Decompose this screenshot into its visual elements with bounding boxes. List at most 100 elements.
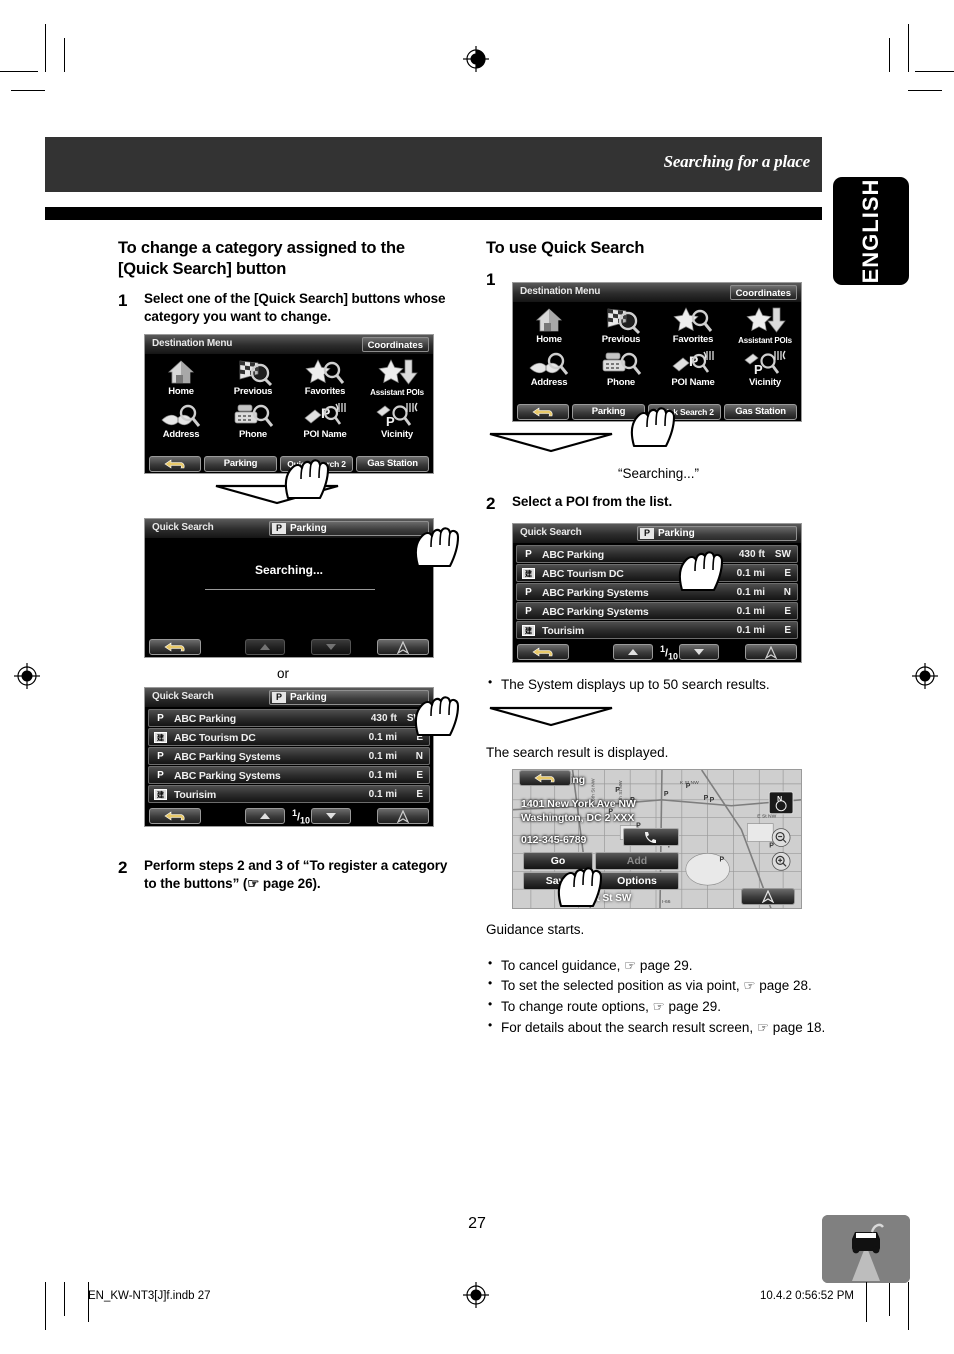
list-item[interactable]: 建 Tourisim 0.1 mi E [516, 621, 798, 640]
page-number: 27 [468, 1215, 486, 1232]
menu-item-poi-name[interactable]: P POI Name [657, 346, 729, 389]
search-result-map-screen[interactable]: PPP PPP PPP PPP 26th St NW 25th St NW E … [512, 768, 802, 909]
menu-item-favorites[interactable]: Favorites [289, 355, 361, 398]
poi-type-icon: P [525, 587, 532, 599]
add-button-label: Add [626, 854, 648, 867]
map-address-line2: Washington, DC 2 XXX [521, 811, 635, 824]
poi-distance: 430 ft [370, 713, 397, 725]
menu-item-phone-label: Phone [606, 377, 636, 389]
category-name: Parking [290, 692, 327, 704]
list-item[interactable]: P ABC Parking Systems 0.1 mi E [516, 602, 798, 621]
add-button[interactable]: Add [595, 851, 679, 870]
quick-search-parking-button[interactable]: Parking [572, 403, 645, 420]
crop-mark-br-v [908, 1282, 909, 1330]
flow-arrow-down [215, 485, 339, 505]
quick-search-gas-station-button[interactable]: Gas Station [724, 403, 797, 420]
back-button[interactable] [149, 808, 201, 825]
back-button[interactable] [519, 769, 571, 786]
scroll-up-button[interactable] [613, 644, 653, 661]
page-current: 1 [291, 808, 297, 819]
menu-item-assistant-pois[interactable]: Assistant POIs [361, 355, 433, 398]
star-download-icon [374, 357, 420, 387]
scroll-down-button[interactable] [679, 644, 719, 661]
map-phone-number: 012-345-6789 [521, 833, 587, 846]
list-item[interactable]: 建 Tourisim 0.1 mi E [148, 785, 430, 804]
quick-search-list-screen-left[interactable]: Quick Search P Parking P ABC Parking 430… [144, 687, 434, 828]
poi-direction: E [784, 568, 791, 580]
scroll-up-button[interactable] [245, 808, 285, 825]
svg-text:P: P [704, 795, 709, 802]
back-button[interactable] [517, 644, 569, 661]
list-item[interactable]: 建 ABC Tourism DC 0.1 mi E [148, 728, 430, 747]
left-section-heading: To change a category assigned to the [Qu… [118, 239, 405, 278]
coordinates-button[interactable]: Coordinates [729, 285, 797, 301]
quick-search-2-button[interactable]: Quick Search 2 [648, 403, 721, 420]
destination-menu-screen-right[interactable]: Destination Menu Coordinates Home Previo… [512, 282, 802, 423]
coordinates-button[interactable]: Coordinates [361, 337, 429, 353]
list-item[interactable]: P ABC Parking 430 ft SW [516, 545, 798, 564]
footer-timestamp: 10.4.2 0:56:52 PM [760, 1290, 854, 1302]
registration-mark-right [910, 661, 940, 691]
menu-item-poi-name[interactable]: P POI Name [289, 398, 361, 441]
scroll-up-button[interactable] [245, 639, 285, 656]
poi-type-icon: P [525, 549, 532, 561]
menu-item-home-label: Home [536, 334, 562, 346]
back-button[interactable] [517, 403, 569, 420]
back-button[interactable] [149, 639, 201, 656]
screen-title: Quick Search [152, 522, 214, 534]
list-item[interactable]: P ABC Parking Systems 0.1 mi E [148, 766, 430, 785]
destination-menu-screen-left[interactable]: Destination Menu Coordinates Home Previo… [144, 334, 434, 475]
poi-type-icon: 建 [154, 732, 167, 744]
menu-item-previous-label: Previous [233, 386, 273, 398]
scroll-down-button[interactable] [311, 808, 351, 825]
menu-item-phone[interactable]: Phone [217, 398, 289, 441]
bullet-search-result-screen: For details about the search result scre… [486, 1017, 831, 1038]
quick-search-parking-button[interactable]: Parking [204, 455, 277, 472]
back-button[interactable] [149, 455, 201, 472]
menu-item-home[interactable]: Home [145, 355, 217, 398]
navigation-compass-button[interactable] [745, 644, 797, 661]
poi-name: ABC Parking Systems [174, 751, 281, 764]
svg-text:P: P [664, 791, 669, 798]
list-item[interactable]: P ABC Parking 430 ft SW [148, 709, 430, 728]
menu-item-address[interactable]: Address [145, 398, 217, 441]
save-button[interactable]: Save [523, 871, 593, 890]
category-field[interactable]: P Parking [637, 526, 797, 542]
scroll-down-button[interactable] [311, 639, 351, 656]
quick-search-2-button[interactable]: Quick Search 2 [280, 455, 353, 472]
navigation-compass-button[interactable] [741, 887, 795, 905]
navigation-compass-button[interactable] [377, 639, 429, 656]
menu-item-previous[interactable]: Previous [217, 355, 289, 398]
bullet-route-options: To change route options, ☞ page 29. [486, 996, 831, 1017]
poi-name: ABC Parking Systems [542, 587, 649, 600]
poi-direction: E [784, 625, 791, 637]
footer-rule-left [88, 1282, 89, 1322]
poi-result-list: P ABC Parking 430 ft SW 建 ABC Tourism DC… [145, 708, 433, 807]
menu-item-vicinity[interactable]: P Vicinity [361, 398, 433, 441]
poi-distance: 0.1 mi [368, 789, 397, 801]
list-item[interactable]: 建 ABC Tourism DC 0.1 mi E [516, 564, 798, 583]
menu-item-favorites[interactable]: Favorites [657, 303, 729, 346]
list-item[interactable]: P ABC Parking Systems 0.1 mi N [516, 583, 798, 602]
category-field[interactable]: P Parking [269, 690, 429, 706]
menu-item-address[interactable]: Address [513, 346, 585, 389]
options-button[interactable]: Options [595, 871, 679, 890]
svg-text:N: N [777, 796, 782, 803]
menu-item-phone[interactable]: Phone [585, 346, 657, 389]
menu-item-previous[interactable]: Previous [585, 303, 657, 346]
call-button[interactable] [623, 827, 679, 846]
map-street-label: ft St SW [593, 892, 632, 904]
quick-search-list-screen-right[interactable]: Quick Search P Parking P ABC Parking 430… [512, 523, 802, 664]
searching-caption: “Searching...” [617, 466, 700, 482]
destination-menu-grid: Home Previous Favorites Assistant POIs A… [513, 303, 801, 389]
go-button[interactable]: Go [523, 851, 593, 870]
quick-search-searching-screen[interactable]: Quick Search P Parking Searching... [144, 518, 434, 659]
menu-item-home[interactable]: Home [513, 303, 585, 346]
list-item[interactable]: P ABC Parking Systems 0.1 mi N [148, 747, 430, 766]
category-field[interactable]: P Parking [269, 521, 429, 537]
menu-item-assistant-pois[interactable]: Assistant POIs [729, 303, 801, 346]
quick-search-gas-station-button[interactable]: Gas Station [356, 455, 429, 472]
poi-direction: E [784, 606, 791, 618]
navigation-compass-button[interactable] [377, 808, 429, 825]
menu-item-vicinity[interactable]: P Vicinity [729, 346, 801, 389]
